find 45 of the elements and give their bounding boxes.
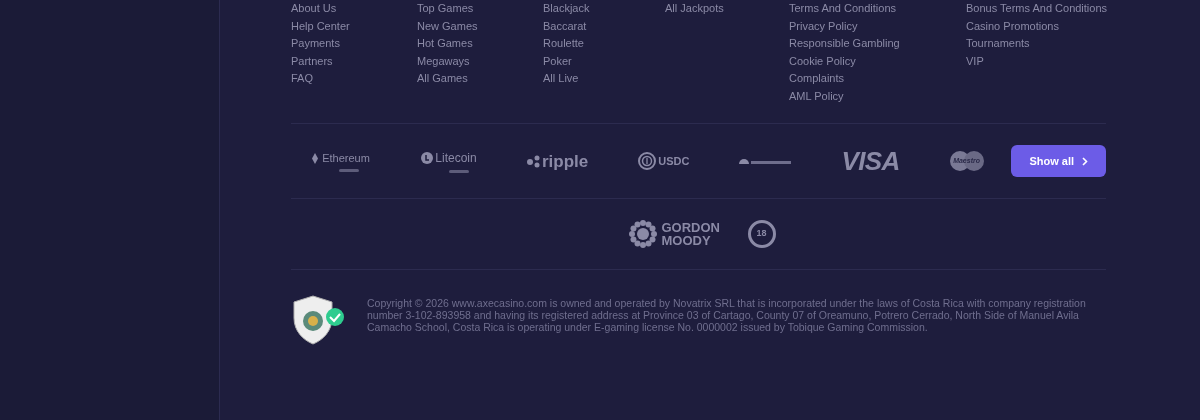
footer-link[interactable]: Cookie Policy <box>789 52 966 70</box>
footer-link[interactable]: Top Games <box>417 0 543 18</box>
footer-link[interactable]: Blackjack <box>543 0 665 18</box>
footer-link[interactable]: VIP <box>966 52 1106 70</box>
footer-link[interactable]: Partners <box>291 52 417 70</box>
footer-link[interactable]: Terms And Conditions <box>789 0 966 18</box>
footer-link[interactable]: All Games <box>417 70 543 88</box>
footer-link[interactable]: Megaways <box>417 52 543 70</box>
footer-link[interactable]: AML Policy <box>789 87 966 105</box>
verified-seal-icon <box>291 294 345 346</box>
chevron-right-icon <box>1082 156 1088 166</box>
footer-link[interactable]: All Live <box>543 70 665 88</box>
dollar-coin-icon <box>638 152 657 170</box>
footer-link[interactable]: FAQ <box>291 70 417 88</box>
footer-link[interactable]: Complaints <box>789 70 966 88</box>
show-all-button[interactable]: Show all <box>1011 145 1106 177</box>
provider-mark <box>339 169 359 173</box>
footer-link[interactable]: Baccarat <box>543 17 665 35</box>
payment-logo: Ethereum <box>322 150 370 166</box>
footer-link[interactable]: Casino Promotions <box>966 17 1106 35</box>
copyright-text: Copyright © 2026 www.axecasino.com is owned and operated by Novatrix SRL that is incorporated under the laws of Costa Rica with company registration number 3-102-893958 and having its registered address at Province 03 of Cartago, County 07 of Oreamuno, Potrero Cerrado, North Side of Manuel Avila Camacho School, Costa Rica is operating under E-gaming license No. 0000002 issued by Tobique Gaming Commission. <box>367 296 1087 333</box>
payment-logo: ripple <box>542 152 589 170</box>
coin-icon <box>421 152 434 164</box>
partner-logo: GORDON MOODY <box>661 221 721 247</box>
provider-mark <box>449 170 469 173</box>
footer-link[interactable]: Poker <box>543 52 665 70</box>
footer-link[interactable]: New Games <box>417 17 543 35</box>
payment-logo: USDC <box>658 153 690 169</box>
diamond-icon <box>312 152 319 164</box>
footer-link[interactable]: Roulette <box>543 35 665 53</box>
footer-link[interactable]: All Jackpots <box>665 0 789 18</box>
coin-logo-icon <box>739 158 792 164</box>
nodes-icon <box>527 154 540 168</box>
footer-link[interactable]: Bonus Terms And Conditions <box>966 0 1106 18</box>
footer-link[interactable]: Payments <box>291 35 417 53</box>
footer-link[interactable]: Help Center <box>291 17 417 35</box>
payment-logo: Litecoin <box>435 150 477 167</box>
sun-ring-icon <box>628 220 657 248</box>
footer-link[interactable]: About Us <box>291 0 417 18</box>
payment-logo: VISA <box>841 148 900 174</box>
footer-link[interactable]: Responsible Gambling <box>789 35 966 53</box>
footer-link[interactable]: Tournaments <box>966 35 1106 53</box>
age-badge: 18 <box>747 220 776 248</box>
footer-link[interactable]: Privacy Policy <box>789 17 966 35</box>
footer-link[interactable]: Hot Games <box>417 35 543 53</box>
